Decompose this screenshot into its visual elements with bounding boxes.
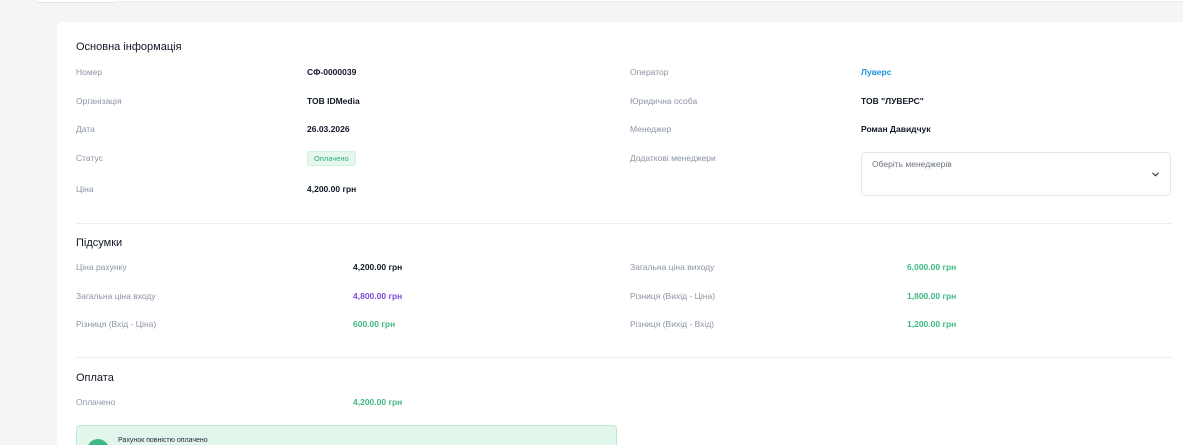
check-circle-icon bbox=[87, 439, 109, 445]
organization-value: ТОВ IDMedia bbox=[307, 96, 360, 106]
paid-value: 4,200.00 грн bbox=[353, 397, 403, 407]
date-value: 26.03.2026 bbox=[307, 124, 350, 134]
total-in-value: 4,800.00 грн bbox=[353, 291, 403, 301]
paid-label: Оплачено bbox=[76, 397, 116, 407]
invoice-price-value: 4,200.00 грн bbox=[353, 262, 403, 272]
section-title-totals: Підсумки bbox=[76, 237, 123, 249]
extra-managers-placeholder: Оберіть менеджерів bbox=[872, 159, 952, 169]
invoice-price-label: Ціна рахунку bbox=[76, 262, 127, 272]
diff-in-price-label: Різниця (Вхід - Ціна) bbox=[76, 319, 157, 329]
diff-out-price-value: 1,800.00 грн bbox=[907, 291, 957, 301]
diff-out-in-label: Різниця (Вихід - Вхід) bbox=[630, 319, 715, 329]
number-label: Номер bbox=[76, 67, 103, 77]
legal-entity-label: Юридична особа bbox=[630, 96, 698, 106]
number-value: СФ-0000039 bbox=[307, 67, 357, 77]
extra-managers-label: Додаткові менеджери bbox=[630, 153, 716, 163]
payment-alert: Рахунок повністю оплачено bbox=[76, 425, 617, 445]
section-title-basic-info: Основна інформація bbox=[76, 41, 182, 53]
manager-value: Роман Давидчук bbox=[861, 124, 931, 134]
date-label: Дата bbox=[76, 124, 95, 134]
diff-in-price-value: 600.00 грн bbox=[353, 319, 396, 329]
extra-managers-select[interactable]: Оберіть менеджерів bbox=[861, 152, 1171, 196]
top-strip bbox=[38, 0, 1183, 2]
diff-out-price-label: Різниця (Вихід - Ціна) bbox=[630, 291, 716, 301]
total-out-value: 6,000.00 грн bbox=[907, 262, 957, 272]
total-in-label: Загальна ціна входу bbox=[76, 291, 156, 301]
top-tab[interactable] bbox=[38, 0, 116, 3]
chevron-down-icon bbox=[1152, 172, 1159, 177]
status-badge: Оплачено bbox=[307, 151, 356, 166]
legal-entity-value: ТОВ "ЛУВЕРС" bbox=[861, 96, 924, 106]
price-label: Ціна bbox=[76, 184, 94, 194]
section-divider bbox=[76, 357, 1172, 358]
section-divider bbox=[76, 223, 1172, 224]
total-out-label: Загальна ціна виходу bbox=[630, 262, 715, 272]
price-value: 4,200.00 грн bbox=[307, 184, 357, 194]
section-title-payment: Оплата bbox=[76, 372, 114, 384]
payment-alert-text: Рахунок повністю оплачено bbox=[118, 437, 208, 444]
invoice-card: Основна інформація Номер СФ-0000039 Орга… bbox=[57, 22, 1183, 445]
top-bar bbox=[0, 0, 1183, 3]
manager-label: Менеджер bbox=[630, 124, 672, 134]
operator-link[interactable]: Луверс bbox=[861, 67, 891, 77]
organization-label: Організація bbox=[76, 96, 122, 106]
status-label: Статус bbox=[76, 153, 103, 163]
operator-label: Оператор bbox=[630, 67, 669, 77]
diff-out-in-value: 1,200.00 грн bbox=[907, 319, 957, 329]
